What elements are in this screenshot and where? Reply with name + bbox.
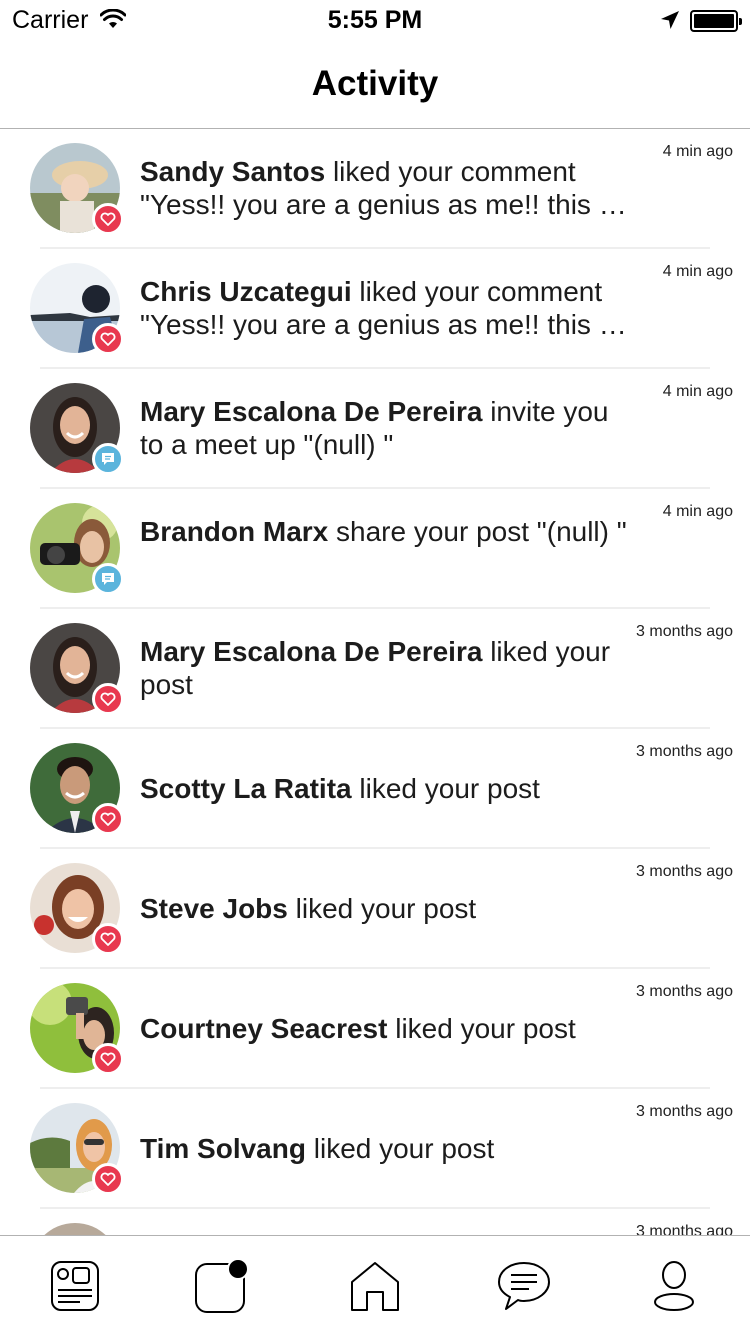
activity-item[interactable]: Brandon Marx share your post "(null) " 4… xyxy=(0,489,750,609)
user-name[interactable]: Scotty La Ratita xyxy=(140,773,352,804)
like-badge xyxy=(92,923,124,955)
activity-item[interactable]: Tim Solvang liked your post 3 months ago xyxy=(0,1089,750,1209)
tab-news-feed[interactable] xyxy=(45,1258,105,1318)
news-feed-icon xyxy=(50,1260,100,1317)
timestamp: 4 min ago xyxy=(662,143,733,160)
user-name[interactable]: Brandon Marx xyxy=(140,516,328,547)
activity-item[interactable]: Steve Jobs liked your post 3 months ago xyxy=(0,849,750,969)
activity-item[interactable]: Chris Uzcategui liked your comment "Yess… xyxy=(0,249,750,369)
like-badge xyxy=(92,203,124,235)
navigation-bar: Activity xyxy=(0,40,750,129)
user-name[interactable]: Courtney Seacrest xyxy=(140,1013,387,1044)
activity-text: Chris Uzcategui liked your comment "Yess… xyxy=(140,275,630,341)
activity-text: Brandon Marx share your post "(null) " xyxy=(140,515,630,548)
comment-badge xyxy=(92,563,124,595)
activity-text: Tim Solvang liked your post xyxy=(140,1132,630,1165)
user-name[interactable]: Tim Solvang xyxy=(140,1133,306,1164)
activity-icon xyxy=(190,1256,250,1321)
avatar[interactable] xyxy=(30,1223,120,1235)
activity-item[interactable]: Scotty La Ratita liked your post 3 month… xyxy=(0,729,750,849)
activity-item[interactable]: Sandy Santos liked your comment "Yess!! … xyxy=(0,129,750,249)
user-name[interactable]: Mary Escalona De Pereira xyxy=(140,396,482,427)
clock: 5:55 PM xyxy=(327,6,423,34)
timestamp: 3 months ago xyxy=(636,983,733,1000)
activity-text: Mary Escalona De Pereira invite you to a… xyxy=(140,395,630,461)
tab-messages[interactable] xyxy=(494,1258,554,1318)
user-name[interactable]: Chris Uzcategui xyxy=(140,276,352,307)
comment-snippet: "Yess!! you are a genius as me!! this is… xyxy=(140,189,630,220)
activity-action: liked your post xyxy=(387,1013,576,1044)
activity-text: Steve Jobs liked your post xyxy=(140,892,630,925)
activity-text: Sandy Santos liked your comment "Yess!! … xyxy=(140,155,630,221)
activity-list[interactable]: Sandy Santos liked your comment "Yess!! … xyxy=(0,129,750,1235)
user-name[interactable]: Mary Escalona De Pereira xyxy=(140,636,482,667)
activity-text: Mary Escalona De Pereira liked your post xyxy=(140,635,630,701)
location-arrow-icon xyxy=(660,10,680,35)
messages-icon xyxy=(496,1260,552,1317)
activity-action: liked your post xyxy=(305,1133,495,1164)
timestamp: 3 months ago xyxy=(636,1103,733,1120)
like-badge xyxy=(92,803,124,835)
like-badge xyxy=(92,1043,124,1075)
activity-action: share your post "(null) " xyxy=(328,516,627,547)
activity-item[interactable]: Mary Escalona De Pereira liked your post… xyxy=(0,609,750,729)
tab-activity[interactable] xyxy=(190,1256,250,1321)
comment-badge xyxy=(92,443,124,475)
activity-action: liked your post xyxy=(287,893,477,924)
timestamp: 4 min ago xyxy=(662,503,733,520)
profile-icon xyxy=(652,1260,696,1317)
timestamp: 3 months ago xyxy=(636,863,733,880)
activity-item[interactable]: Courtney Seacrest liked your post 3 mont… xyxy=(0,969,750,1089)
page-title: Activity xyxy=(311,64,439,103)
timestamp: 3 months ago xyxy=(636,623,733,640)
user-name[interactable]: Sandy Santos xyxy=(140,156,325,187)
activity-text: Scotty La Ratita liked your post xyxy=(140,772,630,805)
activity-action: liked your comment xyxy=(325,156,576,187)
activity-action: liked your post xyxy=(351,773,540,804)
tab-bar xyxy=(0,1235,750,1334)
tab-profile[interactable] xyxy=(644,1258,704,1318)
home-icon xyxy=(349,1260,401,1317)
like-badge xyxy=(92,323,124,355)
status-bar: Carrier 5:55 PM xyxy=(0,0,750,40)
activity-item[interactable]: 3 months ago xyxy=(0,1209,750,1235)
comment-snippet: "Yess!! you are a genius as me!! this is… xyxy=(140,309,630,340)
like-badge xyxy=(92,1163,124,1195)
battery-icon xyxy=(690,10,742,32)
activity-text: Courtney Seacrest liked your post xyxy=(140,1012,630,1045)
timestamp: 4 min ago xyxy=(662,263,733,280)
timestamp: 4 min ago xyxy=(662,383,733,400)
timestamp: 3 months ago xyxy=(636,1223,733,1235)
activity-item[interactable]: Mary Escalona De Pereira invite you to a… xyxy=(0,369,750,489)
user-name[interactable]: Steve Jobs xyxy=(140,893,288,924)
tab-home[interactable] xyxy=(345,1258,405,1318)
timestamp: 3 months ago xyxy=(636,743,733,760)
activity-action: liked your comment xyxy=(351,276,603,307)
like-badge xyxy=(92,683,124,715)
